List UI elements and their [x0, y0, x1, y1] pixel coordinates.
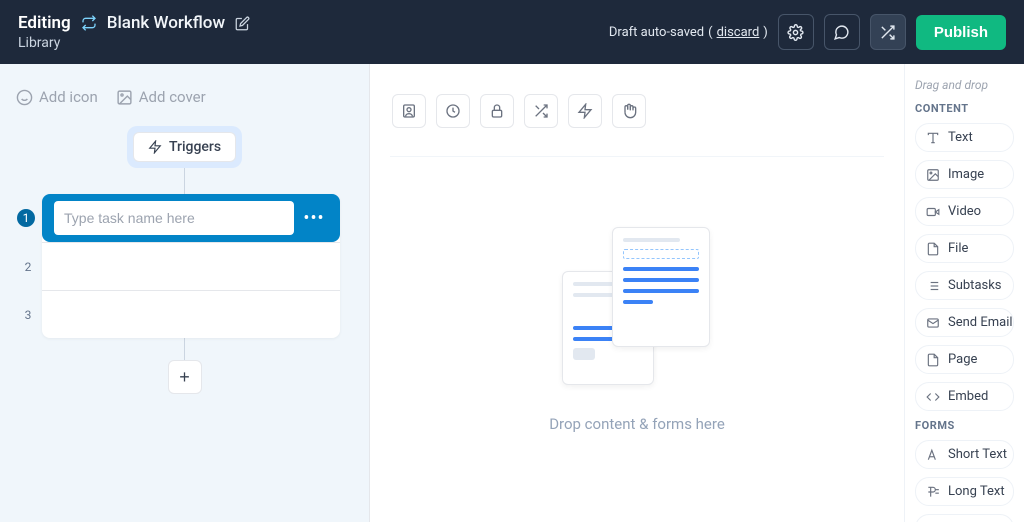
task-menu-button[interactable]: ••• — [300, 204, 328, 232]
block-file[interactable]: File — [915, 234, 1014, 263]
settings-button[interactable] — [778, 14, 814, 50]
video-icon — [926, 205, 940, 219]
dropzone-label: Drop content & forms here — [549, 415, 725, 433]
workflow-name: Blank Workflow — [107, 13, 225, 33]
connector-line — [184, 338, 185, 360]
smile-icon — [16, 89, 33, 106]
embed-icon — [926, 390, 940, 404]
lightning-icon — [577, 103, 593, 119]
conditional-tool[interactable] — [524, 94, 558, 128]
permissions-tool[interactable] — [480, 94, 514, 128]
conditional-logic-button[interactable] — [870, 14, 906, 50]
page-icon — [926, 353, 940, 367]
triggers-button[interactable]: Triggers — [133, 132, 236, 162]
edit-name-button[interactable] — [235, 16, 250, 31]
task-row[interactable]: 1 ••• — [42, 194, 340, 242]
image-icon — [116, 89, 133, 106]
canvas-divider — [390, 156, 884, 157]
block-subtasks[interactable]: Subtasks — [915, 271, 1014, 300]
block-embed[interactable]: Embed — [915, 382, 1014, 411]
image-icon — [926, 168, 940, 182]
dropzone-illustration — [562, 227, 712, 387]
user-icon — [401, 103, 417, 119]
file-icon — [926, 242, 940, 256]
due-date-tool[interactable] — [436, 94, 470, 128]
shuffle-icon — [533, 103, 549, 119]
discard-link[interactable]: discard — [717, 25, 760, 40]
stop-tool[interactable] — [612, 94, 646, 128]
shuffle-icon — [879, 24, 896, 41]
gear-icon — [787, 24, 804, 41]
text-icon — [926, 131, 940, 145]
tasks-list: 1 ••• 2 3 — [42, 194, 340, 338]
hand-icon — [621, 103, 637, 119]
canvas-toolbar — [390, 94, 884, 128]
breadcrumb[interactable]: Library — [18, 35, 250, 51]
blocks-sidebar: Drag and drop CONTENT Text Image Video F… — [904, 64, 1024, 522]
block-video[interactable]: Video — [915, 197, 1014, 226]
autosave-status: Draft auto-saved (discard) — [609, 25, 768, 40]
task-row[interactable]: 3 — [42, 290, 340, 338]
publish-button[interactable]: Publish — [916, 15, 1006, 50]
add-icon-button[interactable]: Add icon — [16, 88, 98, 106]
comments-button[interactable] — [824, 14, 860, 50]
task-row[interactable]: 2 — [42, 242, 340, 290]
assignee-tool[interactable] — [392, 94, 426, 128]
block-email[interactable]: Email — [915, 514, 1014, 522]
lock-icon — [489, 103, 505, 119]
editing-label: Editing — [18, 13, 71, 33]
section-heading-content: CONTENT — [915, 102, 1014, 115]
block-text[interactable]: Text — [915, 123, 1014, 152]
plus-icon: + — [179, 367, 190, 388]
block-page[interactable]: Page — [915, 345, 1014, 374]
section-heading-forms: FORMS — [915, 419, 1014, 432]
editor-canvas: Drop content & forms here — [370, 64, 904, 522]
send-email-icon — [926, 316, 940, 330]
comment-icon — [833, 24, 850, 41]
clock-icon — [445, 103, 461, 119]
long-text-icon — [926, 485, 940, 499]
subtasks-icon — [926, 279, 940, 293]
short-text-icon — [926, 448, 940, 462]
task-list-panel: Add icon Add cover Triggers — [0, 64, 370, 522]
content-dropzone[interactable]: Drop content & forms here — [390, 197, 884, 522]
connector-line — [184, 168, 185, 194]
automations-tool[interactable] — [568, 94, 602, 128]
task-name-input[interactable] — [54, 201, 294, 235]
block-short-text[interactable]: Short Text — [915, 440, 1014, 469]
workflow-type-icon — [81, 15, 97, 31]
add-task-button[interactable]: + — [168, 360, 202, 394]
lightning-icon — [148, 140, 162, 154]
add-cover-button[interactable]: Add cover — [116, 88, 206, 106]
block-send-email[interactable]: Send Email — [915, 308, 1014, 337]
sidebar-hint: Drag and drop — [915, 78, 1014, 92]
block-image[interactable]: Image — [915, 160, 1014, 189]
app-header: Editing Blank Workflow Library Draft aut… — [0, 0, 1024, 64]
block-long-text[interactable]: Long Text — [915, 477, 1014, 506]
